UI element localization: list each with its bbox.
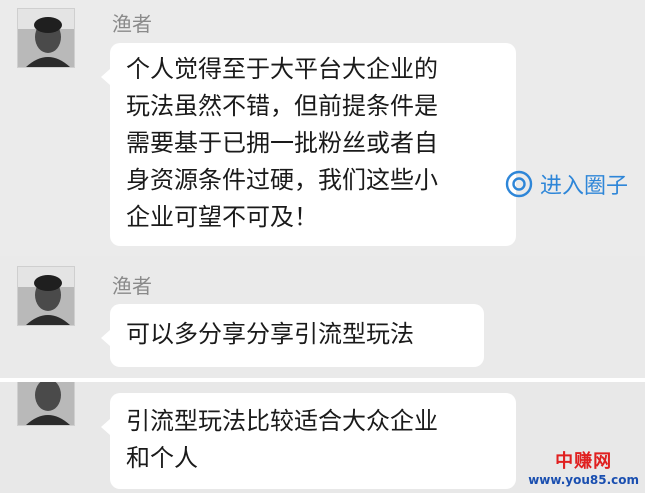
message-line: 和个人 <box>126 444 198 472</box>
message-bubble[interactable]: 可以多分享分享引流型玩法 <box>101 304 484 367</box>
chat-screenshot-1: 渔者 个人觉得至于大平台大企业的 玩法虽然不错，但前提条件是 需要基于已拥一批粉… <box>0 0 645 256</box>
message-line: 玩法虽然不错，但前提条件是 <box>126 92 438 120</box>
site-watermark: 中赚网 www.you85.com <box>528 447 639 487</box>
message-line: 引流型玩法比较适合大众企业 <box>126 407 438 435</box>
avatar[interactable] <box>17 382 75 426</box>
message-line: 身资源条件过硬，我们这些小 <box>126 166 438 194</box>
chat-screenshot-3: 引流型玩法比较适合大众企业 和个人 中赚网 www.you85.com <box>0 382 645 493</box>
watermark-logo: 中赚网 <box>555 451 613 472</box>
message-line: 可以多分享分享引流型玩法 <box>126 320 414 348</box>
enter-circle-link[interactable]: 进入圈子 <box>504 168 628 200</box>
ring-icon <box>505 170 533 198</box>
avatar[interactable] <box>17 266 75 326</box>
message-line: 需要基于已拥一批粉丝或者自 <box>126 129 438 157</box>
sender-name: 渔者 <box>112 12 152 36</box>
chat-screenshot-2: 渔者 可以多分享分享引流型玩法 <box>0 256 645 378</box>
message-bubble[interactable]: 个人觉得至于大平台大企业的 玩法虽然不错，但前提条件是 需要基于已拥一批粉丝或者… <box>101 43 516 246</box>
message-bubble[interactable]: 引流型玩法比较适合大众企业 和个人 <box>101 393 516 489</box>
sender-name: 渔者 <box>112 274 152 298</box>
watermark-url: www.you85.com <box>528 473 639 487</box>
message-line: 个人觉得至于大平台大企业的 <box>126 55 438 83</box>
message-line: 企业可望不可及！ <box>126 203 318 231</box>
avatar[interactable] <box>17 8 75 68</box>
enter-circle-label: 进入圈子 <box>540 174 629 199</box>
